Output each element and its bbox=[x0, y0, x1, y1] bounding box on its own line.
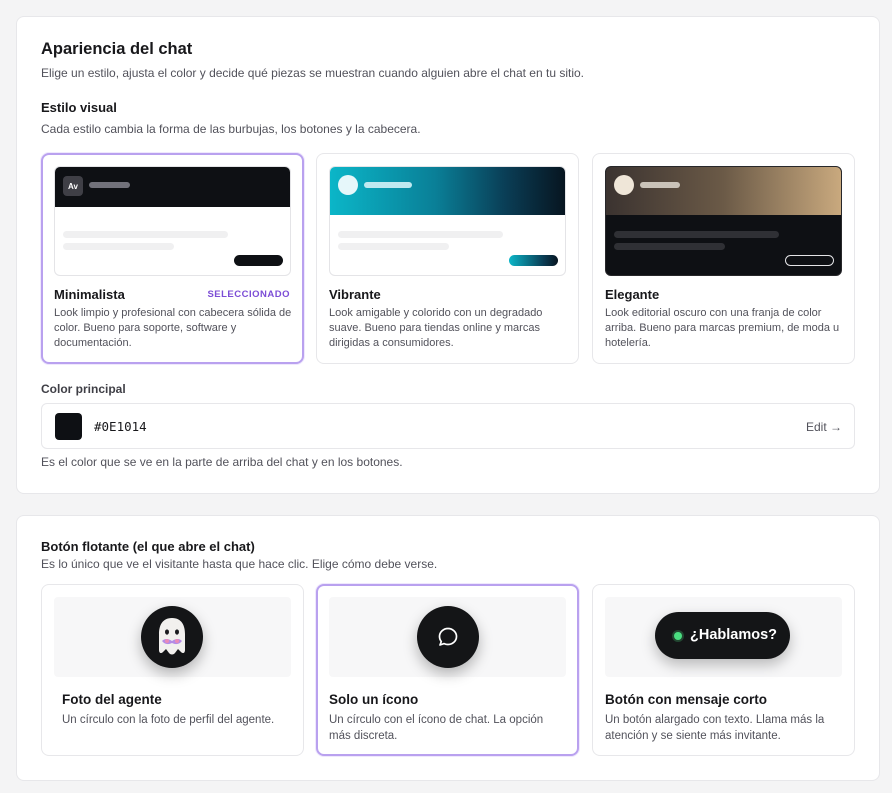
style-preview-minimalista: Av bbox=[54, 166, 291, 276]
launcher-preview-stage: ¿Hablamos? bbox=[605, 597, 842, 677]
preview-bubble-line bbox=[63, 231, 228, 238]
launcher-option-title: Foto del agente bbox=[62, 692, 162, 707]
pill-text: ¿Hablamos? bbox=[690, 627, 778, 643]
launcher-option-description: Un botón alargado con texto. Llama más l… bbox=[605, 714, 825, 742]
style-option-vibrante[interactable]: Vibrante Look amigable y colorido con un… bbox=[316, 153, 579, 364]
launcher-preview-stage bbox=[329, 597, 566, 677]
chat-appearance-card: Apariencia del chat Elige un estilo, aju… bbox=[16, 16, 880, 494]
preview-bubble-line bbox=[338, 243, 449, 250]
preview-bubble-line bbox=[63, 243, 174, 250]
chat-bubble-icon bbox=[438, 627, 458, 646]
preview-name-line bbox=[640, 182, 680, 188]
preview-avatar bbox=[338, 175, 358, 195]
preview-send-button bbox=[234, 255, 283, 266]
color-swatch[interactable] bbox=[55, 413, 82, 440]
chat-icon-button bbox=[417, 606, 479, 668]
appearance-title: Apariencia del chat bbox=[41, 40, 193, 58]
style-option-title: Minimalista bbox=[54, 287, 125, 302]
preview-header bbox=[606, 167, 841, 215]
launcher-option-short-message[interactable]: ¿Hablamos? Botón con mensaje corto Un bo… bbox=[592, 584, 855, 756]
preview-header: Av bbox=[55, 167, 290, 207]
ghost-avatar-icon bbox=[159, 618, 185, 655]
floating-button-card: Botón flotante (el que abre el chat) Es … bbox=[16, 515, 880, 781]
appearance-subtitle: Elige un estilo, ajusta el color y decid… bbox=[41, 66, 584, 80]
preview-name-line bbox=[364, 182, 412, 188]
preview-send-button bbox=[509, 255, 558, 266]
preview-bubble-line bbox=[614, 231, 779, 238]
selected-badge: SELECCIONADO bbox=[207, 289, 290, 300]
preview-bubble-line bbox=[614, 243, 725, 250]
style-option-elegante[interactable]: Elegante Look editorial oscuro con una f… bbox=[592, 153, 855, 364]
style-option-description: Look amigable y colorido con un degradad… bbox=[329, 307, 543, 349]
primary-color-field[interactable]: #0E1014 Edit → bbox=[41, 403, 855, 449]
preview-send-button bbox=[785, 255, 834, 266]
launcher-title: Botón flotante (el que abre el chat) bbox=[41, 539, 255, 554]
preview-name-line bbox=[89, 182, 130, 188]
launcher-preview-stage bbox=[54, 597, 291, 677]
style-option-title: Vibrante bbox=[329, 287, 381, 302]
style-preview-elegante bbox=[605, 166, 842, 276]
edit-color-button[interactable]: Edit → bbox=[806, 420, 842, 434]
online-dot-icon bbox=[674, 632, 682, 640]
style-option-minimalista[interactable]: Av Minimalista SELECCIONADO Look limpio … bbox=[41, 153, 304, 364]
primary-color-help: Es el color que se ve en la parte de arr… bbox=[41, 455, 403, 469]
style-option-description: Look editorial oscuro con una franja de … bbox=[605, 307, 840, 349]
style-option-title: Elegante bbox=[605, 287, 660, 302]
message-pill-button: ¿Hablamos? bbox=[655, 612, 790, 659]
preview-avatar bbox=[614, 175, 634, 195]
launcher-option-agent-photo[interactable]: Foto del agente Un círculo con la foto d… bbox=[41, 584, 304, 756]
agent-photo-button bbox=[141, 606, 203, 668]
visual-style-description: Cada estilo cambia la forma de las burbu… bbox=[41, 122, 421, 136]
launcher-option-title: Solo un ícono bbox=[329, 692, 419, 707]
launcher-option-description: Un círculo con la foto de perfil del age… bbox=[62, 714, 275, 726]
launcher-option-description: Un círculo con el ícono de chat. La opci… bbox=[329, 714, 544, 742]
preview-header bbox=[330, 167, 565, 215]
primary-color-label: Color principal bbox=[41, 382, 126, 396]
preview-bubble-line bbox=[338, 231, 503, 238]
color-hex-value: #0E1014 bbox=[94, 419, 147, 434]
visual-style-heading: Estilo visual bbox=[41, 100, 117, 115]
launcher-subtitle: Es lo único que ve el visitante hasta qu… bbox=[41, 557, 438, 571]
avatar-initials: Av bbox=[63, 176, 83, 196]
style-preview-vibrante bbox=[329, 166, 566, 276]
launcher-option-title: Botón con mensaje corto bbox=[605, 692, 768, 707]
launcher-option-icon-only[interactable]: Solo un ícono Un círculo con el ícono de… bbox=[316, 584, 579, 756]
style-option-description: Look limpio y profesional con cabecera s… bbox=[54, 307, 292, 349]
